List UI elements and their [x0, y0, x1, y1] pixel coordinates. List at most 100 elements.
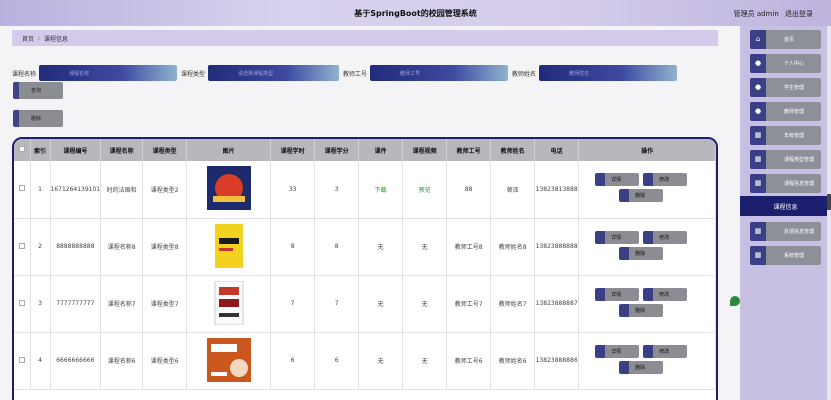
cell-code: 1671264139101: [50, 161, 102, 219]
sidebar-item[interactable]: ▦ 课程信息管理: [750, 174, 821, 193]
cell-video: 无: [402, 332, 448, 390]
row-checkbox[interactable]: [18, 185, 25, 192]
cell-teacher-id: 教师工号6: [446, 332, 492, 390]
sidebar-item[interactable]: ● 教师管理: [750, 102, 821, 121]
edit-button[interactable]: 修改: [643, 344, 688, 358]
cell-video: 无: [402, 275, 448, 333]
detail-button[interactable]: 详情: [595, 344, 640, 358]
cell-name: 课程名称8: [100, 218, 144, 276]
top-header: 基于SpringBoot的校园管理系统 管理员 admin 退出登录: [0, 0, 831, 26]
select-all-checkbox[interactable]: [18, 146, 25, 152]
cell-image: [186, 332, 272, 390]
sidebar-item[interactable]: ▦ 年级管理: [750, 126, 821, 145]
course-type-select[interactable]: 请选择课程类型: [208, 65, 340, 81]
cell-courseware: 无: [358, 275, 404, 333]
row-checkbox[interactable]: [18, 242, 25, 249]
sidebar-item[interactable]: ▦ 系统管理: [750, 246, 821, 265]
breadcrumb-home[interactable]: 首页: [22, 34, 34, 43]
cell-credits: 8: [314, 218, 360, 276]
sidebar-item[interactable]: ● 学生管理: [750, 78, 821, 97]
grid-icon: ▦: [754, 251, 762, 259]
user-icon: ●: [754, 59, 762, 67]
scrollbar-thumb[interactable]: [827, 194, 831, 210]
cell-courseware[interactable]: 下载: [358, 161, 404, 219]
delete-button[interactable]: 删除: [13, 110, 63, 127]
sidebar-item-active[interactable]: 课程信息: [740, 196, 831, 216]
col-actions: 操作: [578, 139, 716, 161]
cell-index: 4: [30, 332, 51, 390]
row-delete-button[interactable]: 删除: [619, 189, 664, 203]
sidebar-item[interactable]: ● 个人中心: [750, 54, 821, 73]
floating-green-icon[interactable]: [730, 296, 740, 306]
sidebar-item-label: 反馈信息管理: [784, 229, 815, 235]
query-button[interactable]: 查询: [13, 82, 63, 99]
row-select[interactable]: [14, 332, 31, 390]
col-type: 课程类型: [142, 139, 188, 161]
course-cover-image: [207, 223, 251, 270]
scrollbar[interactable]: [827, 26, 831, 400]
sidebar-item-label: 系统管理: [784, 253, 805, 259]
breadcrumb: 首页 ⁝ 课程信息: [12, 30, 718, 46]
teacher-id-label: 教师工号: [343, 70, 368, 78]
col-video: 课程视频: [402, 139, 448, 161]
teacher-name-label: 教师姓名: [512, 70, 537, 78]
sidebar-item[interactable]: ⌂ 首页: [750, 30, 821, 49]
cell-courseware: 无: [358, 218, 404, 276]
row-select[interactable]: [14, 161, 31, 219]
app-title: 基于SpringBoot的校园管理系统: [354, 9, 477, 18]
row-delete-button[interactable]: 删除: [619, 246, 664, 260]
sidebar-item[interactable]: ▦ 反馈信息管理: [750, 222, 821, 241]
row-select[interactable]: [14, 218, 31, 276]
row-checkbox[interactable]: [18, 299, 25, 306]
sidebar-item-label: 首页: [784, 37, 795, 43]
grid-icon: ▦: [754, 227, 762, 235]
cell-type: 课程类型7: [142, 275, 188, 333]
cell-index: 3: [30, 275, 51, 333]
col-image: 图片: [186, 139, 272, 161]
row-select[interactable]: [14, 275, 31, 333]
logout-link[interactable]: 退出登录: [785, 10, 813, 18]
row-actions: 详情 修改 删除: [579, 341, 715, 381]
col-name: 课程名称: [100, 139, 144, 161]
cell-index: 1: [30, 161, 51, 219]
detail-button[interactable]: 详情: [595, 173, 640, 187]
breadcrumb-separator: ⁝: [38, 34, 40, 42]
cell-code: 6666666666: [50, 332, 102, 390]
sidebar-item-label: 学生管理: [784, 85, 805, 91]
course-name-label: 课程名称: [12, 70, 37, 78]
teacher-id-input[interactable]: 教师工号: [370, 65, 509, 81]
course-cover-image: [206, 166, 251, 212]
row-delete-button[interactable]: 删除: [619, 303, 664, 317]
select-all-header[interactable]: [14, 139, 31, 161]
cell-image: [186, 275, 272, 333]
col-phone: 电话: [534, 139, 580, 161]
teacher-name-input[interactable]: 教师姓名: [539, 65, 678, 81]
home-icon: ⌂: [755, 35, 761, 43]
sidebar-item-label: 课程信息管理: [784, 181, 815, 187]
sidebar-item[interactable]: ▦ 课程类型管理: [750, 150, 821, 169]
col-teacher-name: 教师姓名: [490, 139, 536, 161]
edit-button[interactable]: 修改: [643, 230, 688, 244]
search-bar: 课程名称 课程名称 课程类型 请选择课程类型 教师工号 教师工号 教师姓名 教师…: [12, 64, 712, 82]
edit-button[interactable]: 修改: [643, 173, 688, 187]
cell-credits: 3: [314, 161, 360, 219]
cell-actions: 详情 修改 删除: [578, 275, 716, 333]
table-row: 1 1671264139101 时的法国和 课程类型2 33 3 下载 预览 8…: [14, 161, 716, 219]
detail-button[interactable]: 详情: [595, 287, 640, 301]
cell-name: 时的法国和: [100, 161, 144, 219]
cell-video[interactable]: 预览: [402, 161, 448, 219]
row-delete-button[interactable]: 删除: [619, 360, 664, 374]
sidebar-item-label: 课程类型管理: [784, 157, 815, 163]
detail-button[interactable]: 详情: [595, 230, 640, 244]
course-name-input[interactable]: 课程名称: [39, 65, 178, 81]
row-actions: 详情 修改 删除: [579, 284, 715, 324]
cell-name: 课程名称7: [100, 275, 144, 333]
course-type-label: 课程类型: [181, 70, 206, 78]
sidebar-item-label: 年级管理: [784, 133, 805, 139]
user-info: 管理员 admin 退出登录: [730, 9, 813, 19]
edit-button[interactable]: 修改: [643, 287, 688, 301]
col-hours: 课程学时: [270, 139, 316, 161]
cell-credits: 6: [314, 332, 360, 390]
row-checkbox[interactable]: [18, 356, 25, 363]
cell-image: [186, 161, 272, 219]
